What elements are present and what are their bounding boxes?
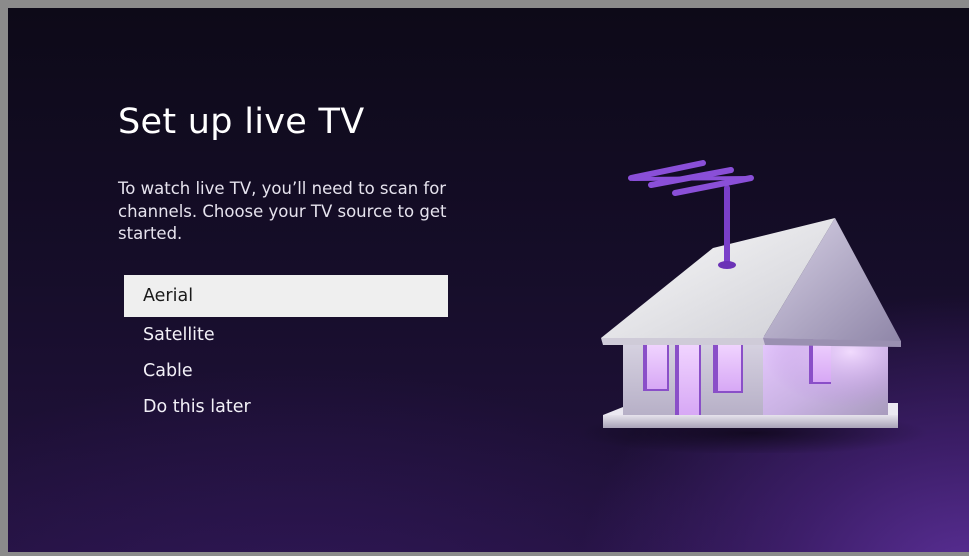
tv-screen: Set up live TV To watch live TV, you’ll …: [0, 0, 969, 556]
tv-source-menu: Aerial Satellite Cable Do this later: [124, 275, 448, 425]
page-title: Set up live TV: [118, 102, 365, 142]
menu-item-cable[interactable]: Cable: [124, 353, 448, 389]
menu-item-aerial[interactable]: Aerial: [124, 275, 448, 317]
house-with-antenna-icon: [578, 160, 928, 453]
menu-item-do-this-later[interactable]: Do this later: [124, 389, 448, 425]
setup-live-tv-page: Set up live TV To watch live TV, you’ll …: [8, 8, 969, 552]
menu-item-satellite[interactable]: Satellite: [124, 317, 448, 353]
page-description: To watch live TV, you’ll need to scan fo…: [118, 179, 447, 243]
